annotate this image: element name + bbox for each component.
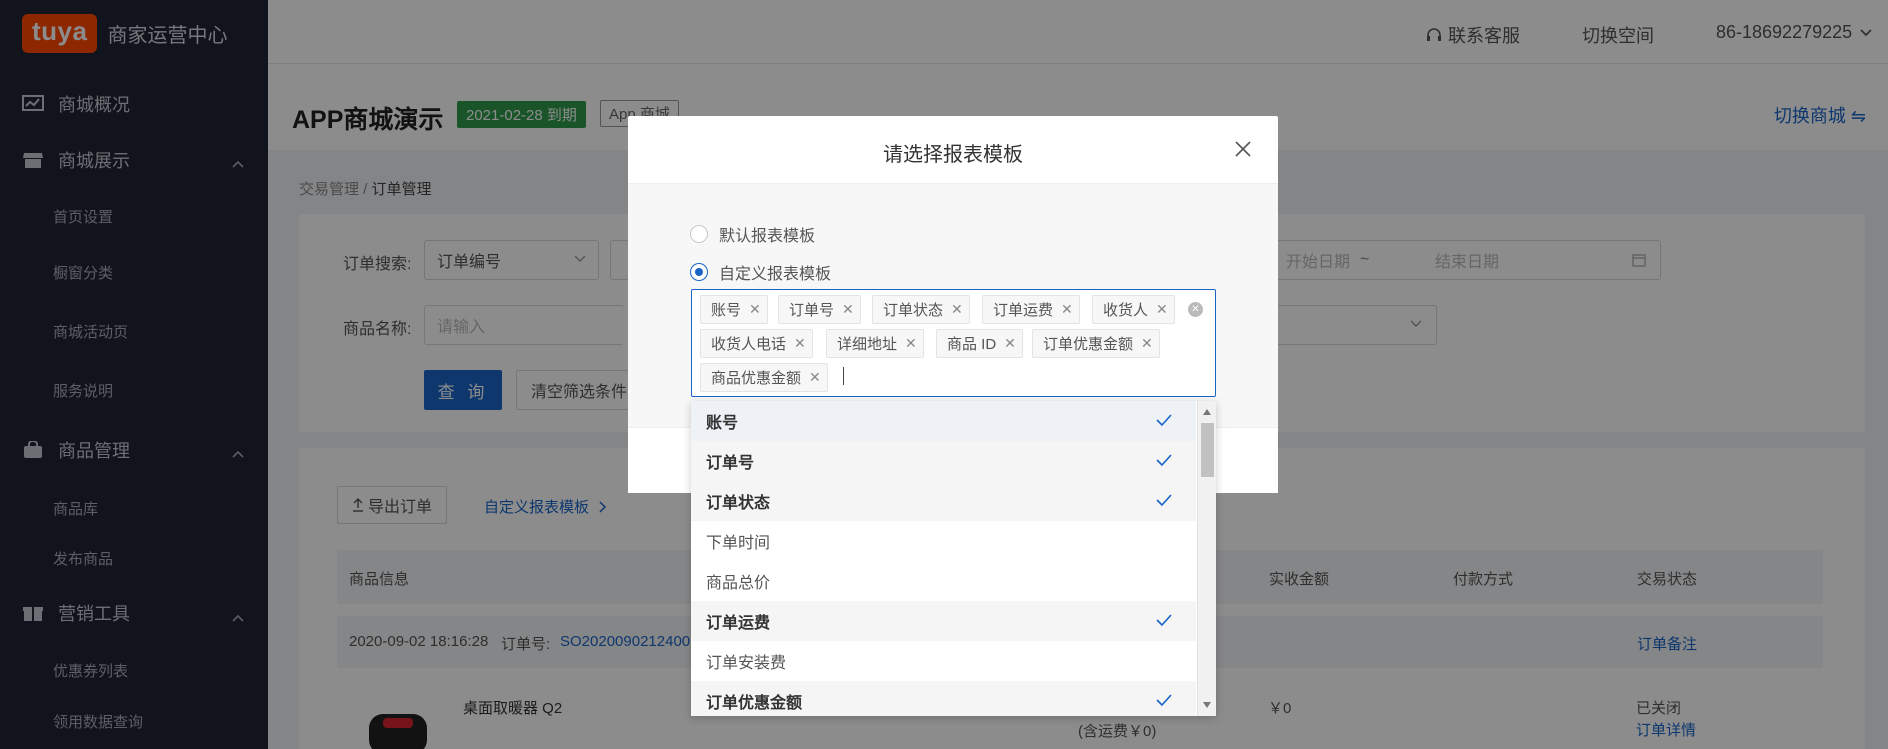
radio-icon — [690, 225, 708, 243]
tag-label: 商品优惠金额 — [711, 370, 802, 387]
scroll-up-icon[interactable] — [1203, 409, 1211, 415]
dropdown-option[interactable]: 商品总价 — [691, 561, 1196, 601]
dropdown-option[interactable]: 订单号 — [691, 441, 1196, 481]
tag-remove-icon[interactable]: ✕ — [1061, 301, 1073, 318]
radio-default-label: 默认报表模板 — [719, 228, 816, 245]
text-caret — [843, 367, 844, 385]
field-options-dropdown: 账号 订单号 订单状态 下单时间 商品总价 订单运费 订单安装费 订单优惠金额 — [691, 401, 1216, 716]
dropdown-option[interactable]: 订单运费 — [691, 601, 1196, 641]
tag-label: 订单号 — [789, 302, 835, 319]
dropdown-option[interactable]: 下单时间 — [691, 521, 1196, 561]
scrollbar-thumb[interactable] — [1201, 423, 1214, 477]
tag-remove-icon[interactable]: ✕ — [842, 301, 854, 318]
tag-label: 订单运费 — [993, 302, 1054, 319]
option-label: 订单安装费 — [706, 655, 787, 672]
check-icon — [1156, 693, 1172, 707]
tag-remove-icon[interactable]: ✕ — [1156, 301, 1168, 318]
clear-all-icon[interactable]: ✕ — [1188, 302, 1203, 317]
tag-label: 收货人电话 — [711, 336, 787, 353]
radio-custom-template[interactable]: 自定义报表模板 — [690, 260, 831, 284]
radio-checked-icon — [690, 263, 708, 281]
option-label: 账号 — [706, 415, 739, 432]
tag-label: 详细地址 — [837, 336, 898, 353]
check-icon — [1156, 493, 1172, 507]
field-multiselect[interactable]: 账号 ✕ 订单号 ✕ 订单状态 ✕ 订单运费 ✕ 收货人 ✕ 收货人电话 ✕ 详细地址 ✕ 商… — [691, 289, 1216, 397]
selected-tag: 订单优惠金额 ✕ — [1032, 329, 1160, 358]
tag-remove-icon[interactable]: ✕ — [1004, 335, 1016, 352]
check-icon — [1156, 413, 1172, 427]
tag-remove-icon[interactable]: ✕ — [905, 335, 917, 352]
tag-label: 账号 — [711, 302, 742, 319]
tag-label: 订单优惠金额 — [1043, 336, 1134, 353]
option-label: 订单运费 — [706, 615, 771, 632]
modal-header: 请选择报表模板 — [628, 116, 1278, 184]
selected-tag: 收货人电话 ✕ — [700, 329, 813, 358]
dropdown-option[interactable]: 订单安装费 — [691, 641, 1196, 681]
tag-label: 商品 ID — [947, 336, 997, 353]
selected-tag: 商品优惠金额 ✕ — [700, 363, 828, 392]
check-icon — [1156, 453, 1172, 467]
tag-remove-icon[interactable]: ✕ — [794, 335, 806, 352]
selected-tag: 详细地址 ✕ — [826, 329, 924, 358]
check-icon — [1156, 613, 1172, 627]
option-label: 商品总价 — [706, 575, 771, 592]
selected-tag: 订单状态 ✕ — [872, 295, 970, 324]
selected-tag: 收货人 ✕ — [1092, 295, 1175, 324]
dropdown-option[interactable]: 订单优惠金额 — [691, 681, 1196, 716]
selected-tag: 订单运费 ✕ — [982, 295, 1080, 324]
option-label: 下单时间 — [706, 535, 771, 552]
tag-label: 订单状态 — [883, 302, 944, 319]
tag-label: 收货人 — [1103, 302, 1149, 319]
dropdown-option[interactable]: 订单状态 — [691, 481, 1196, 521]
selected-tag: 订单号 ✕ — [778, 295, 861, 324]
tag-remove-icon[interactable]: ✕ — [809, 369, 821, 386]
radio-custom-label: 自定义报表模板 — [719, 266, 832, 283]
tag-remove-icon[interactable]: ✕ — [951, 301, 963, 318]
option-label: 订单号 — [706, 455, 755, 472]
dropdown-scrollbar[interactable] — [1197, 401, 1216, 716]
close-icon[interactable] — [1234, 140, 1252, 158]
scroll-down-icon[interactable] — [1203, 702, 1211, 708]
tag-remove-icon[interactable]: ✕ — [749, 301, 761, 318]
selected-tag: 商品 ID ✕ — [936, 329, 1023, 358]
modal-title: 请选择报表模板 — [883, 144, 1023, 166]
radio-default-template[interactable]: 默认报表模板 — [690, 222, 815, 246]
option-label: 订单优惠金额 — [706, 695, 803, 712]
selected-tag: 账号 ✕ — [700, 295, 768, 324]
dropdown-option[interactable]: 账号 — [691, 401, 1196, 441]
tag-remove-icon[interactable]: ✕ — [1141, 335, 1153, 352]
option-label: 订单状态 — [706, 495, 771, 512]
